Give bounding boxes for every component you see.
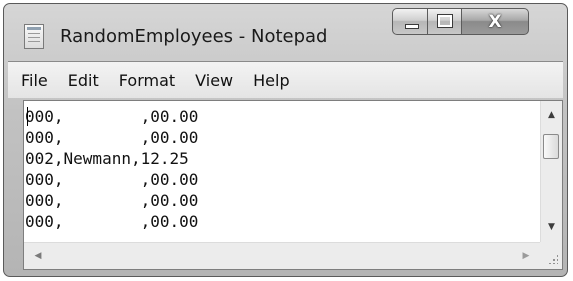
editor-text[interactable]: 000, ,00.00 000, ,00.00 002,Newmann,12.25 0…	[25, 106, 535, 241]
minimize-button[interactable]	[392, 8, 428, 35]
menu-help[interactable]: Help	[253, 71, 289, 90]
maximize-icon	[437, 14, 453, 28]
menu-edit[interactable]: Edit	[68, 71, 99, 90]
menu-bar: File Edit Format View Help	[8, 61, 563, 98]
text-line: 000, ,00.00	[25, 191, 199, 210]
window-title: RandomEmployees - Notepad	[60, 26, 328, 47]
scroll-right-arrow-icon[interactable]: ▶	[519, 248, 533, 264]
notepad-window: RandomEmployees - Notepad X File Edit Fo…	[3, 3, 568, 277]
title-bar[interactable]: RandomEmployees - Notepad X	[4, 4, 567, 60]
horizontal-scrollbar[interactable]: ◀ ▶	[24, 242, 540, 269]
text-line: 000, ,00.00	[25, 170, 199, 189]
caption-buttons: X	[392, 8, 529, 37]
scroll-up-arrow-icon[interactable]: ▲	[541, 108, 562, 122]
maximize-button[interactable]	[428, 8, 462, 35]
menu-format[interactable]: Format	[119, 71, 175, 90]
notepad-icon[interactable]	[24, 24, 44, 49]
minimize-icon	[405, 24, 419, 29]
vertical-scrollbar[interactable]: ▲ ▼	[540, 101, 562, 242]
text-line: 000, ,00.00	[25, 128, 199, 147]
close-button[interactable]: X	[462, 8, 529, 35]
vertical-scroll-thumb[interactable]	[543, 134, 559, 159]
menu-file[interactable]: File	[21, 71, 48, 90]
menu-view[interactable]: View	[195, 71, 233, 90]
text-editor[interactable]: 000, ,00.00 000, ,00.00 002,Newmann,12.25 0…	[23, 100, 563, 270]
text-line: 000, ,00.00	[25, 212, 199, 231]
text-caret	[27, 107, 28, 126]
scroll-left-arrow-icon[interactable]: ◀	[31, 248, 45, 264]
close-icon: X	[488, 11, 502, 32]
text-line: 002,Newmann,12.25	[25, 149, 189, 168]
scroll-down-arrow-icon[interactable]: ▼	[541, 220, 562, 234]
resize-grip-icon[interactable]	[540, 242, 562, 269]
text-line: 000, ,00.00	[25, 107, 199, 126]
